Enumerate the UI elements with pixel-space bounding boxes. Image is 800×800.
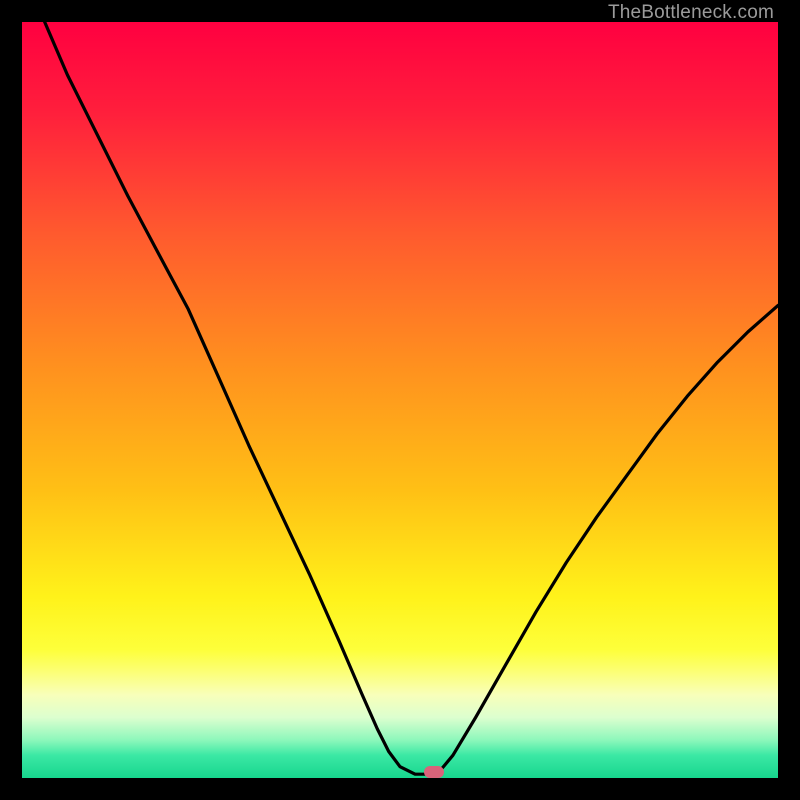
watermark-text: TheBottleneck.com — [608, 2, 774, 24]
chart-frame: { "watermark": "TheBottleneck.com", "cha… — [0, 0, 800, 800]
optimal-point-marker — [424, 766, 444, 778]
bottleneck-curve — [45, 22, 778, 774]
plot-area — [22, 22, 778, 778]
curve-layer — [22, 22, 778, 778]
